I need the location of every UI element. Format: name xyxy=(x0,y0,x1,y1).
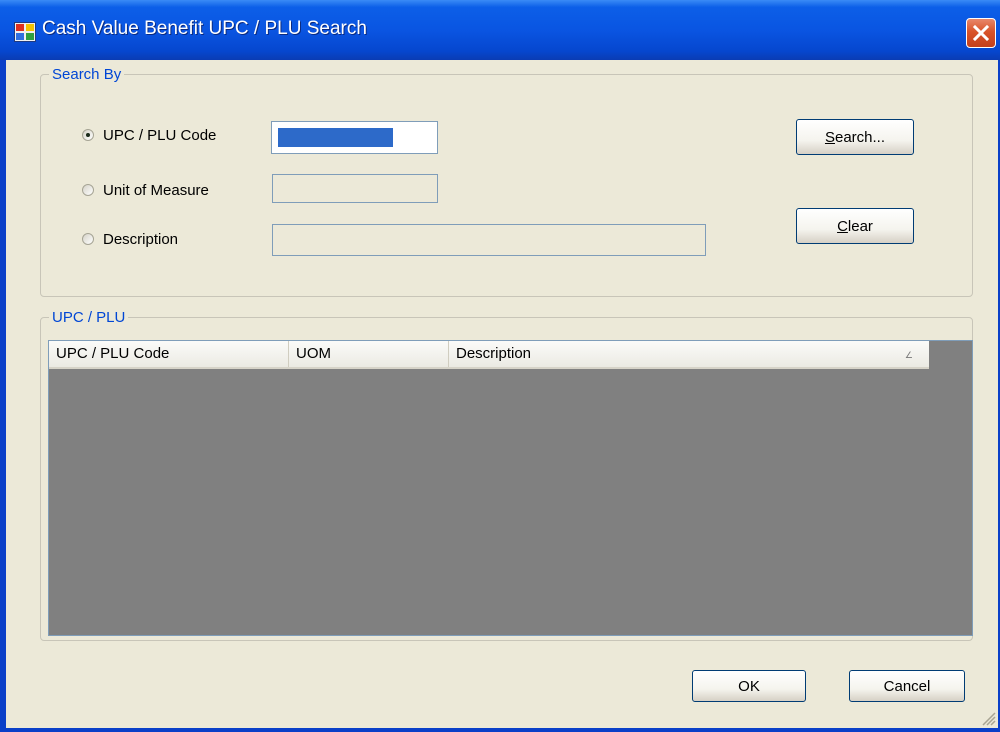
radio-label-unit-of-measure: Unit of Measure xyxy=(103,181,209,199)
app-window-icon xyxy=(14,22,36,42)
search-button-label: earch... xyxy=(834,128,886,146)
resize-grip-icon[interactable] xyxy=(980,710,996,726)
close-button[interactable] xyxy=(966,18,996,48)
radio-description[interactable]: Description xyxy=(82,227,178,251)
search-button-mnemonic: S xyxy=(824,128,835,146)
list-header: UPC / PLU Code UOM Description ∠ xyxy=(49,341,929,369)
text-selection-highlight xyxy=(278,128,393,147)
radio-label-upc-plu-code: UPC / PLU Code xyxy=(103,126,217,144)
radio-unit-of-measure[interactable]: Unit of Measure xyxy=(82,178,209,202)
radio-upc-plu-code[interactable]: UPC / PLU Code xyxy=(82,123,216,147)
upc-plu-legend: UPC / PLU xyxy=(52,309,126,326)
clear-button-mnemonic: C xyxy=(837,217,848,235)
upc-plu-code-input[interactable] xyxy=(271,121,438,154)
radio-button[interactable] xyxy=(82,184,94,196)
radio-button[interactable] xyxy=(82,233,94,245)
results-list[interactable]: UPC / PLU Code UOM Description ∠ xyxy=(48,340,973,636)
cancel-button[interactable]: Cancel xyxy=(849,670,965,702)
unit-of-measure-input[interactable] xyxy=(272,174,438,203)
radio-label-description: Description xyxy=(103,230,179,248)
column-header-uom[interactable]: UOM xyxy=(289,341,449,367)
dialog-window: Cash Value Benefit UPC / PLU Search Sear… xyxy=(0,0,1000,732)
clear-button[interactable]: Clear xyxy=(796,208,914,244)
column-header-upc-plu-code[interactable]: UPC / PLU Code xyxy=(49,341,289,367)
clear-button-label: lear xyxy=(847,217,873,235)
ok-button[interactable]: OK xyxy=(692,670,806,702)
window-title: Cash Value Benefit UPC / PLU Search xyxy=(42,18,367,39)
column-header-description[interactable]: Description ∠ xyxy=(449,341,929,367)
radio-button-checked[interactable] xyxy=(82,129,94,141)
dialog-client-area: Search By UPC / PLU Code Unit of Measure… xyxy=(6,60,998,728)
close-icon xyxy=(972,24,990,42)
search-by-legend: Search By xyxy=(52,66,122,83)
description-input[interactable] xyxy=(272,224,706,256)
title-bar[interactable]: Cash Value Benefit UPC / PLU Search xyxy=(0,0,1000,60)
sort-indicator-icon: ∠ xyxy=(904,350,913,360)
search-button[interactable]: Search... xyxy=(796,119,914,155)
column-header-description-label: Description xyxy=(456,345,532,362)
